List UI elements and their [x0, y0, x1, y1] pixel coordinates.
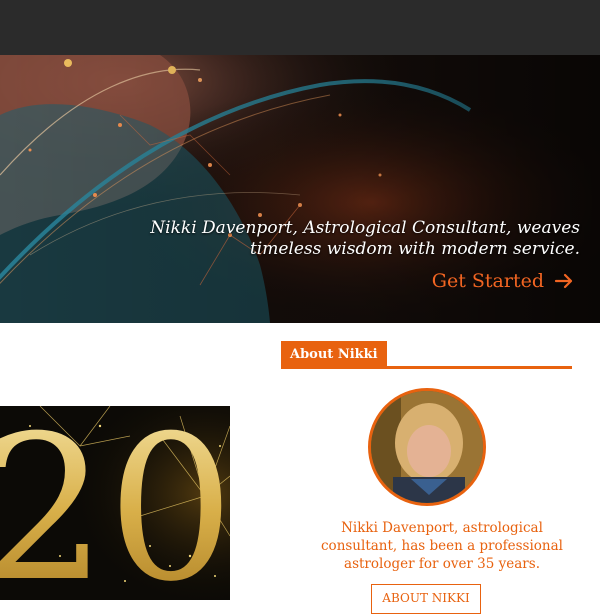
fireworks-promo-image[interactable]: 20 — [0, 406, 230, 600]
hero-banner: Nikki Davenport, Astrological Consultant… — [0, 55, 600, 323]
hero-tagline-line-2: timeless wisdom with modern service. — [249, 239, 580, 259]
bio-line-1: Nikki Davenport, astrological — [341, 520, 543, 536]
get-started-link[interactable]: Get Started — [432, 270, 574, 292]
hero-tagline-line-1: Nikki Davenport, Astrological Consultant… — [150, 218, 580, 238]
avatar — [368, 388, 486, 506]
about-bio: Nikki Davenport, astrological consultant… — [296, 519, 588, 573]
profile-photo — [371, 391, 483, 503]
section-divider — [281, 366, 572, 369]
top-navigation-bar — [0, 0, 600, 55]
about-section-title: About Nikki — [281, 341, 387, 368]
bio-line-3: astrologer for over 35 years. — [344, 556, 540, 572]
bio-line-2: consultant, has been a professional — [321, 538, 563, 554]
fireworks-graphic: 20 — [0, 406, 230, 600]
get-started-label: Get Started — [431, 270, 544, 292]
arrow-right-icon — [554, 273, 574, 289]
promo-numerals: 20 — [0, 406, 230, 600]
about-nikki-button[interactable]: ABOUT NIKKI — [371, 584, 481, 614]
hero-tagline: Nikki Davenport, Astrological Consultant… — [140, 218, 580, 260]
